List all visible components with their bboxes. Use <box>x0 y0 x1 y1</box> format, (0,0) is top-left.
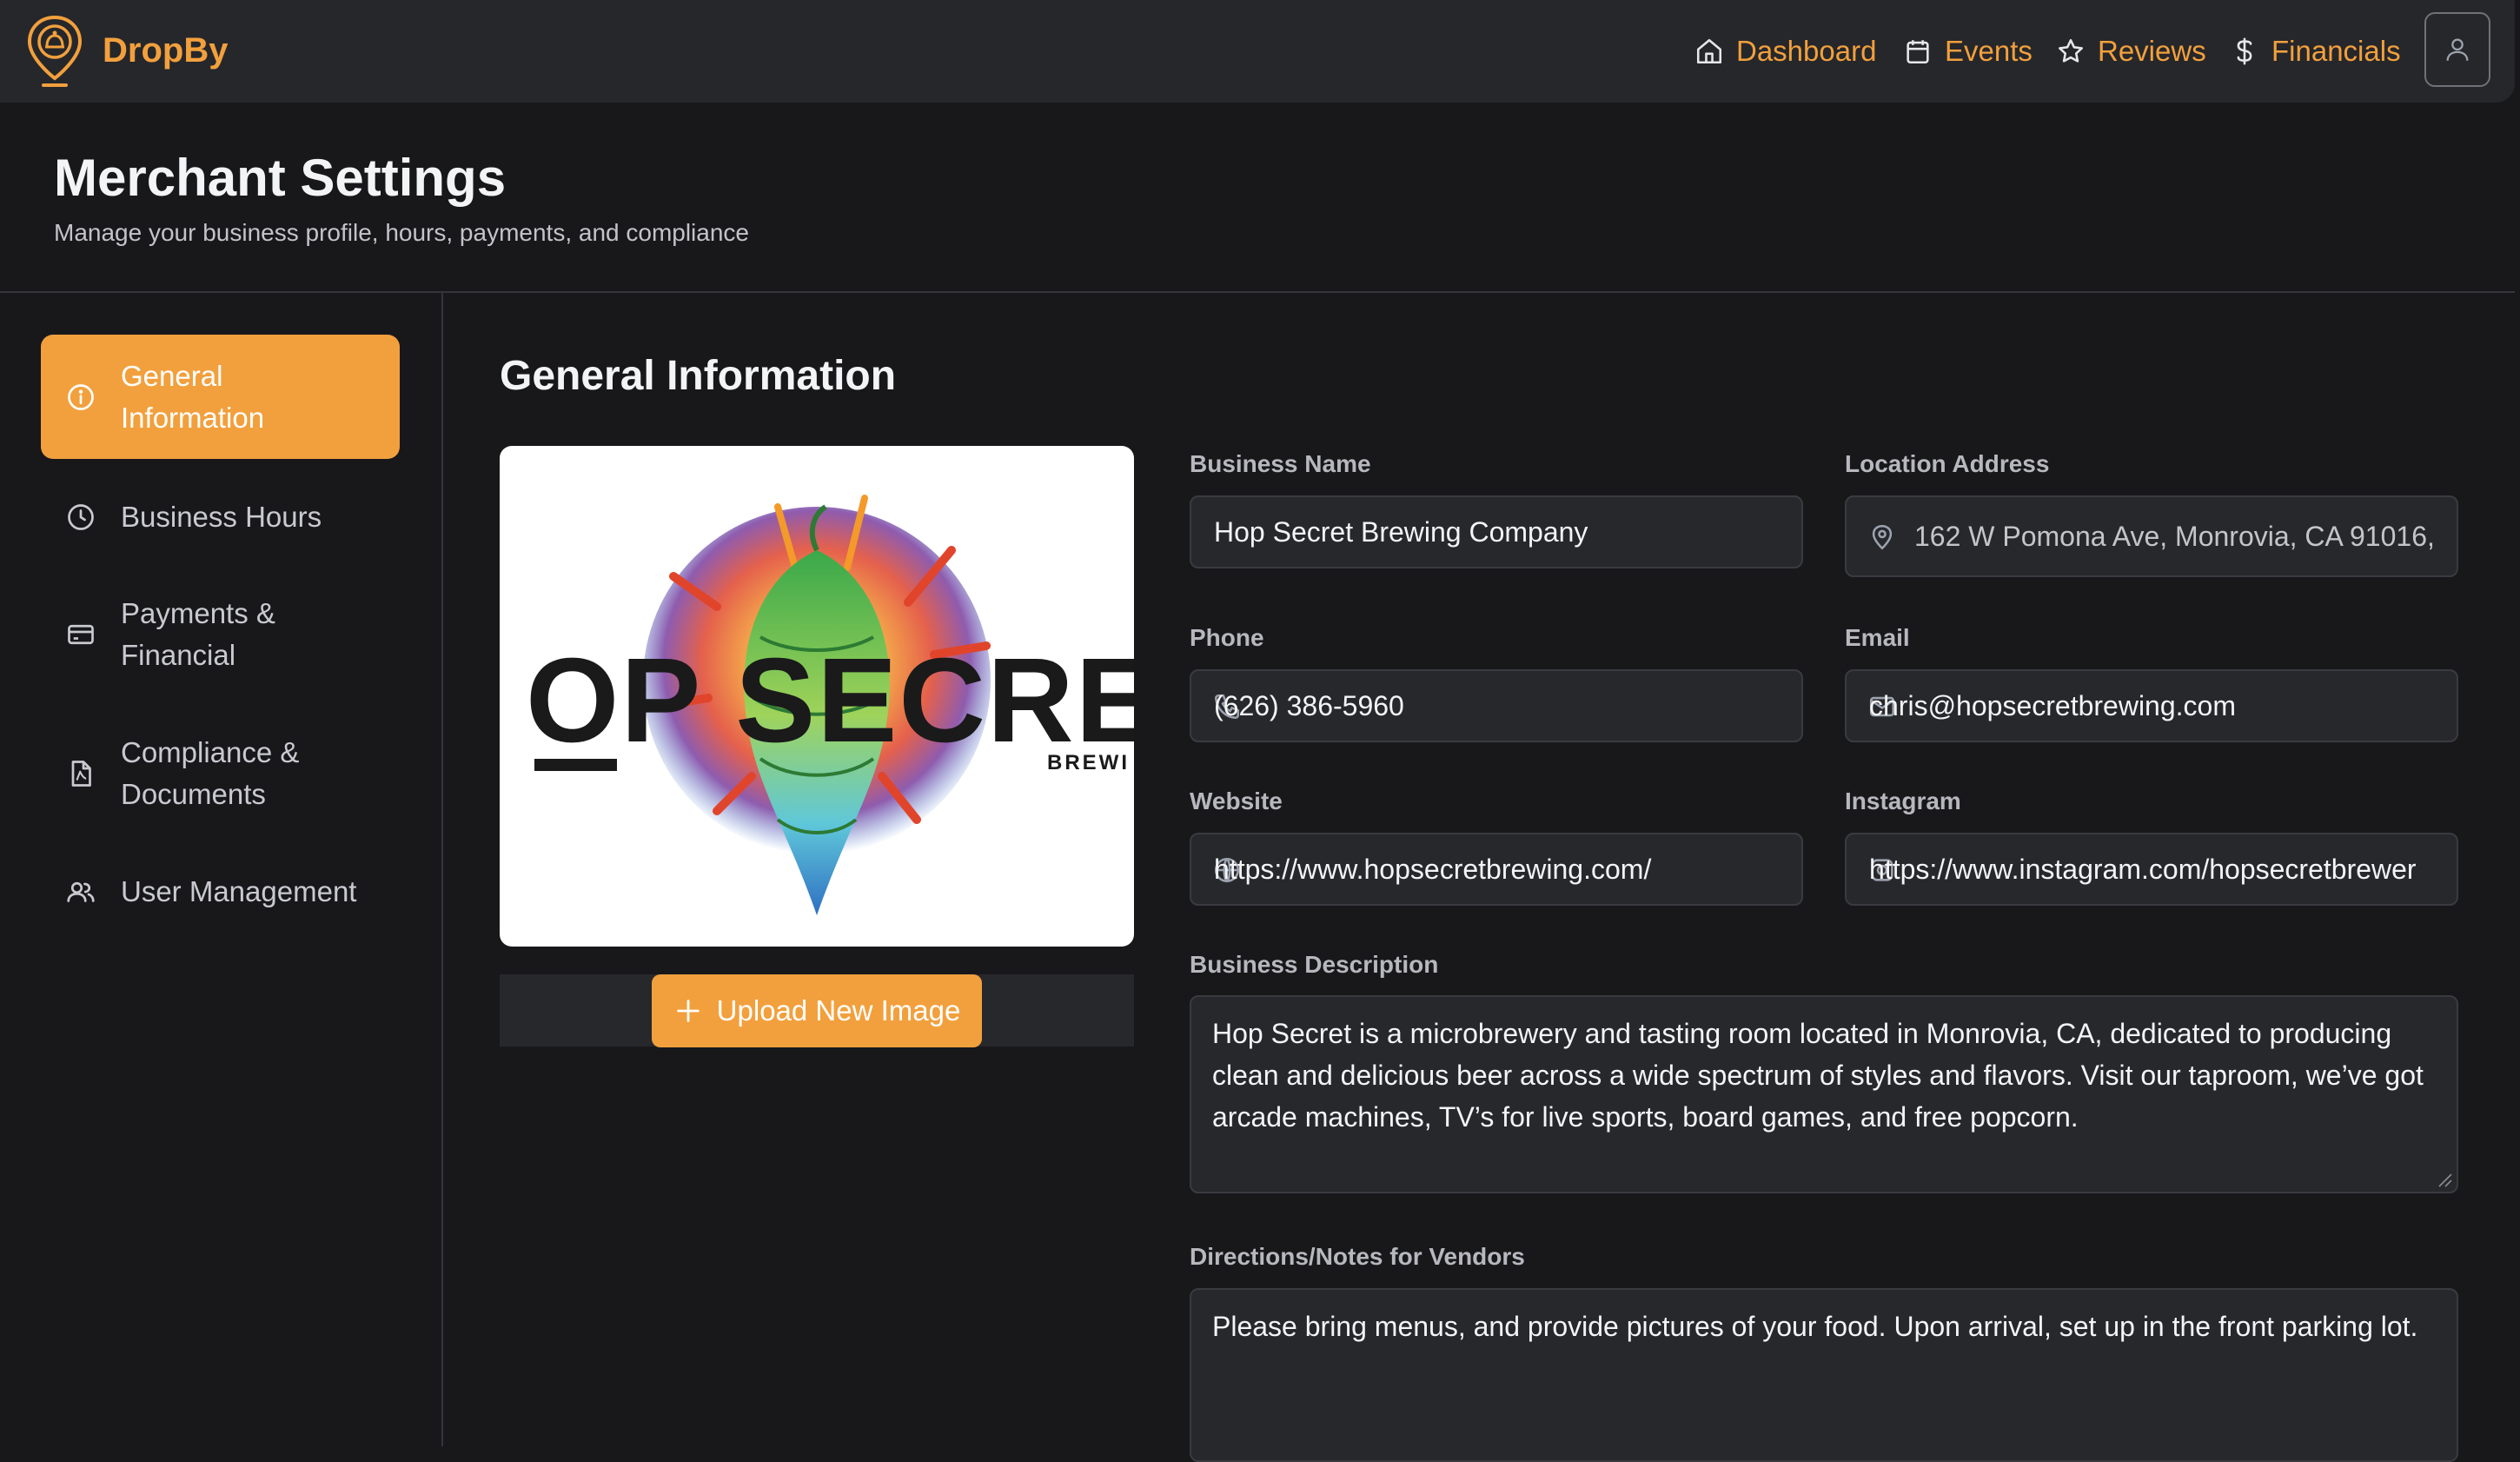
star-icon <box>2058 38 2084 63</box>
location-address-value: 162 W Pomona Ave, Monrovia, CA 91016, <box>1914 521 2435 552</box>
page-title: Merchant Settings <box>54 149 507 207</box>
dollar-icon <box>2237 37 2252 65</box>
document-icon <box>71 761 91 787</box>
dropby-logo-icon <box>27 15 83 87</box>
directions-value: Please bring menus, and provide pictures… <box>1212 1311 2418 1342</box>
directions-label: Directions/Notes for Vendors <box>1190 1243 1525 1270</box>
email-value: chris@hopsecretbrewing.com <box>1869 690 2236 721</box>
plus-icon <box>676 1000 700 1022</box>
user-menu-button[interactable] <box>2424 12 2490 87</box>
page-subtitle: Manage your business profile, hours, pay… <box>54 219 749 246</box>
location-address-label: Location Address <box>1845 450 2050 477</box>
business-description-value: Hop Secret is a microbrewery and tasting… <box>1212 1018 2424 1133</box>
directions-textarea[interactable]: Please bring menus, and provide pictures… <box>1190 1288 2458 1462</box>
sidebar-item-label: Compliance & Documents <box>121 736 300 810</box>
info-icon <box>68 383 94 410</box>
business-logo-image: OP SECRE BREWI <box>500 446 1134 947</box>
nav-events-label: Events <box>1945 35 2033 67</box>
nav-events[interactable]: Events <box>1903 28 2033 75</box>
brand-name[interactable]: DropBy <box>103 26 228 75</box>
instagram-input[interactable]: https://www.instagram.com/hopsecretbrewe… <box>1845 833 2458 906</box>
location-address-input[interactable]: 162 W Pomona Ave, Monrovia, CA 91016, <box>1845 495 2458 577</box>
sidebar-item-general-information[interactable]: General Information <box>41 335 400 459</box>
sidebar-item-label: User Management <box>121 875 357 907</box>
upload-button-label: Upload New Image <box>716 994 961 1027</box>
nav-financials-label: Financials <box>2271 35 2401 67</box>
sidebar-item-label: Payments & Financial <box>121 597 275 671</box>
nav-reviews-label: Reviews <box>2098 35 2206 67</box>
logo-sub-text: BREWI <box>1047 751 1130 774</box>
logo-underline <box>534 759 617 771</box>
business-name-label: Business Name <box>1190 450 1371 477</box>
users-icon <box>67 881 95 902</box>
nav-reviews[interactable]: Reviews <box>2056 28 2206 75</box>
user-icon <box>2446 38 2469 61</box>
map-pin-icon <box>1872 524 1893 550</box>
nav-dashboard-label: Dashboard <box>1736 35 1877 67</box>
email-input[interactable]: chris@hopsecretbrewing.com <box>1845 669 2458 742</box>
sidebar-item-payments-financial[interactable]: Payments & Financial <box>41 591 400 678</box>
email-label: Email <box>1845 624 1910 651</box>
instagram-value: https://www.instagram.com/hopsecretbrewe… <box>1869 854 2417 885</box>
sidebar-item-business-hours[interactable]: Business Hours <box>41 491 400 543</box>
business-name-input[interactable]: Hop Secret Brewing Company <box>1190 495 1803 568</box>
upload-new-image-button[interactable]: Upload New Image <box>652 974 982 1047</box>
instagram-label: Instagram <box>1845 787 1961 814</box>
website-value: https://www.hopsecretbrewing.com/ <box>1214 854 1652 885</box>
hop-secret-logo: OP SECRE BREWI <box>526 495 1134 915</box>
calendar-icon <box>1907 40 1929 64</box>
section-title: General Information <box>500 353 897 399</box>
resize-handle-icon[interactable] <box>2432 1167 2453 1188</box>
phone-value: (626) 386-5960 <box>1214 690 1404 721</box>
header-divider <box>0 291 2515 293</box>
nav-financials[interactable]: Financials <box>2230 28 2401 75</box>
nav-dashboard[interactable]: Dashboard <box>1694 28 1876 75</box>
business-description-textarea[interactable]: Hop Secret is a microbrewery and tasting… <box>1190 995 2458 1193</box>
logo-main-text: OP SECRE <box>526 634 1134 768</box>
home-icon <box>1696 38 1722 64</box>
sidebar-item-compliance-documents[interactable]: Compliance & Documents <box>41 730 400 817</box>
phone-label: Phone <box>1190 624 1264 651</box>
sidebar-item-label: Business Hours <box>121 501 322 533</box>
website-input[interactable]: https://www.hopsecretbrewing.com/ <box>1190 833 1803 906</box>
website-label: Website <box>1190 787 1283 814</box>
business-description-label: Business Description <box>1190 951 1439 978</box>
sidebar-divider <box>441 293 443 1446</box>
business-name-value: Hop Secret Brewing Company <box>1214 516 1588 548</box>
sidebar-item-user-management[interactable]: User Management <box>41 866 400 918</box>
top-navigation-bar: DropBy Dashboard Events Reviews Financia… <box>0 0 2515 103</box>
clock-icon <box>68 504 94 530</box>
credit-card-icon <box>68 624 94 645</box>
phone-input[interactable]: (626) 386-5960 <box>1190 669 1803 742</box>
sidebar-item-label: General Information <box>121 359 265 434</box>
